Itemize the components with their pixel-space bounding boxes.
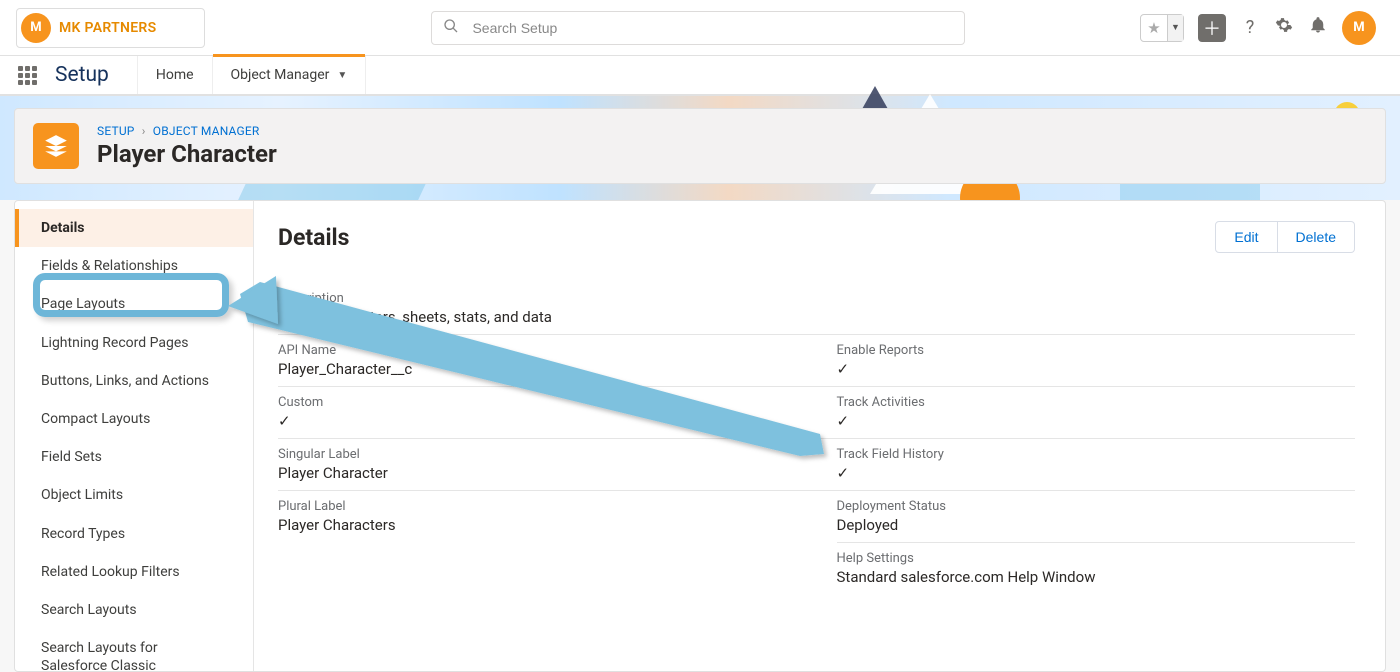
app-nav: Setup Home Object Manager ▼	[0, 56, 1400, 96]
org-logo-icon: M	[21, 13, 51, 43]
field-label: Singular Label	[278, 447, 797, 462]
nav-tab-label: Object Manager	[231, 67, 330, 83]
search-icon	[443, 18, 459, 38]
bell-icon	[1309, 18, 1327, 39]
notifications-button[interactable]	[1308, 16, 1328, 39]
field-row: Singular Label Player Character Track Fi…	[278, 438, 1355, 490]
star-icon: ★	[1141, 19, 1167, 37]
field-value: Standard salesforce.com Help Window	[837, 568, 1356, 586]
field-label: Enable Reports	[837, 343, 1356, 358]
sidebar-item-details[interactable]: Details	[15, 209, 253, 247]
sidebar-item-search-layouts[interactable]: Search Layouts	[15, 591, 253, 629]
field-label: Track Field History	[837, 447, 1356, 462]
org-switcher[interactable]: M MK PARTNERS	[16, 8, 205, 48]
field-label: Track Activities	[837, 395, 1356, 410]
chevron-down-icon: ▼	[337, 70, 347, 81]
sidebar-item-label: Compact Layouts	[41, 411, 150, 427]
field-value: Player_Character__c	[278, 360, 797, 378]
field-label: Description	[278, 291, 1355, 306]
field-value: ✓	[837, 464, 1356, 482]
sidebar-item-label: Fields & Relationships	[41, 258, 178, 274]
field-row: Help Settings Standard salesforce.com He…	[278, 542, 1355, 594]
field-value: Player Characters, sheets, stats, and da…	[278, 308, 1355, 326]
content-title: Details	[278, 224, 349, 251]
sidebar-item-buttons-links[interactable]: Buttons, Links, and Actions	[15, 362, 253, 400]
field-value: Deployed	[837, 516, 1356, 534]
user-avatar[interactable]: M	[1342, 11, 1376, 45]
sidebar-item-fields[interactable]: Fields & Relationships	[15, 247, 253, 285]
app-launcher-icon[interactable]	[18, 66, 37, 85]
main-panel: Details Fields & Relationships Page Layo…	[14, 200, 1386, 672]
page-header-text: SETUP › OBJECT MANAGER Player Character	[97, 124, 277, 168]
nav-tab-home[interactable]: Home	[137, 56, 212, 94]
details-content: Details Edit Delete Description Player C…	[254, 201, 1385, 671]
search-input[interactable]	[431, 11, 965, 45]
nav-tab-label: Home	[156, 67, 194, 83]
sidebar-item-record-types[interactable]: Record Types	[15, 515, 253, 553]
sidebar-item-field-sets[interactable]: Field Sets	[15, 438, 253, 476]
sidebar-item-label: Record Types	[41, 526, 125, 542]
field-value: Player Characters	[278, 516, 797, 534]
help-button[interactable]: ?	[1240, 17, 1260, 38]
edit-button[interactable]: Edit	[1215, 221, 1277, 253]
global-header: M MK PARTNERS ★ ▼ ＋ ? M	[0, 0, 1400, 56]
nav-tab-object-manager[interactable]: Object Manager ▼	[212, 56, 367, 94]
field-value: ✓	[278, 412, 797, 430]
field-value: ✓	[837, 412, 1356, 430]
content-header: Details Edit Delete	[278, 221, 1355, 253]
sidebar-item-page-layouts[interactable]: Page Layouts	[15, 285, 253, 323]
field-row: Plural Label Player Characters Deploymen…	[278, 490, 1355, 542]
header-actions: ★ ▼ ＋ ? M	[1140, 11, 1376, 45]
delete-button[interactable]: Delete	[1278, 221, 1355, 253]
org-name: MK PARTNERS	[59, 20, 156, 36]
field-row: Custom ✓ Track Activities ✓	[278, 386, 1355, 438]
question-icon: ?	[1246, 17, 1255, 38]
chevron-down-icon: ▼	[1167, 15, 1183, 41]
sidebar-item-label: Details	[41, 220, 85, 236]
gear-icon	[1275, 18, 1293, 39]
sidebar-item-label: Search Layouts	[41, 602, 137, 618]
object-icon	[33, 123, 79, 169]
plus-icon: ＋	[1203, 15, 1221, 41]
hero-background: SETUP › OBJECT MANAGER Player Character	[0, 96, 1400, 200]
sidebar-item-label: Page Layouts	[41, 296, 125, 312]
sidebar-item-label: Object Limits	[41, 487, 123, 503]
field-label: Deployment Status	[837, 499, 1356, 514]
breadcrumb-setup[interactable]: SETUP	[97, 124, 135, 138]
global-actions-button[interactable]: ＋	[1198, 14, 1226, 42]
field-description: Description Player Characters, sheets, s…	[278, 281, 1355, 334]
field-label: Help Settings	[837, 551, 1356, 566]
favorites-button[interactable]: ★ ▼	[1140, 14, 1184, 42]
sidebar-item-label: Buttons, Links, and Actions	[41, 373, 209, 389]
page-title: Player Character	[97, 140, 277, 168]
sidebar-item-lightning-pages[interactable]: Lightning Record Pages	[15, 324, 253, 362]
sidebar-item-object-limits[interactable]: Object Limits	[15, 476, 253, 514]
global-search	[431, 11, 965, 45]
field-label: Plural Label	[278, 499, 797, 514]
breadcrumb: SETUP › OBJECT MANAGER	[97, 124, 277, 138]
field-label: Custom	[278, 395, 797, 410]
sidebar-item-search-layouts-classic[interactable]: Search Layouts for Salesforce Classic	[15, 629, 253, 672]
field-label: API Name	[278, 343, 797, 358]
sidebar-item-label: Search Layouts for Salesforce Classic	[41, 640, 158, 672]
app-name: Setup	[55, 63, 109, 87]
sidebar-item-label: Field Sets	[41, 449, 102, 465]
breadcrumb-separator: ›	[142, 124, 146, 138]
object-sidebar: Details Fields & Relationships Page Layo…	[15, 201, 254, 671]
field-value: ✓	[837, 360, 1356, 378]
page-header: SETUP › OBJECT MANAGER Player Character	[14, 108, 1386, 184]
setup-gear-button[interactable]	[1274, 16, 1294, 39]
sidebar-item-compact-layouts[interactable]: Compact Layouts	[15, 400, 253, 438]
breadcrumb-object-manager[interactable]: OBJECT MANAGER	[153, 124, 260, 138]
sidebar-item-label: Lightning Record Pages	[41, 335, 189, 351]
sidebar-item-label: Related Lookup Filters	[41, 564, 180, 580]
sidebar-item-related-lookup[interactable]: Related Lookup Filters	[15, 553, 253, 591]
field-row: API Name Player_Character__c Enable Repo…	[278, 334, 1355, 386]
action-buttons: Edit Delete	[1215, 221, 1355, 253]
field-value: Player Character	[278, 464, 797, 482]
